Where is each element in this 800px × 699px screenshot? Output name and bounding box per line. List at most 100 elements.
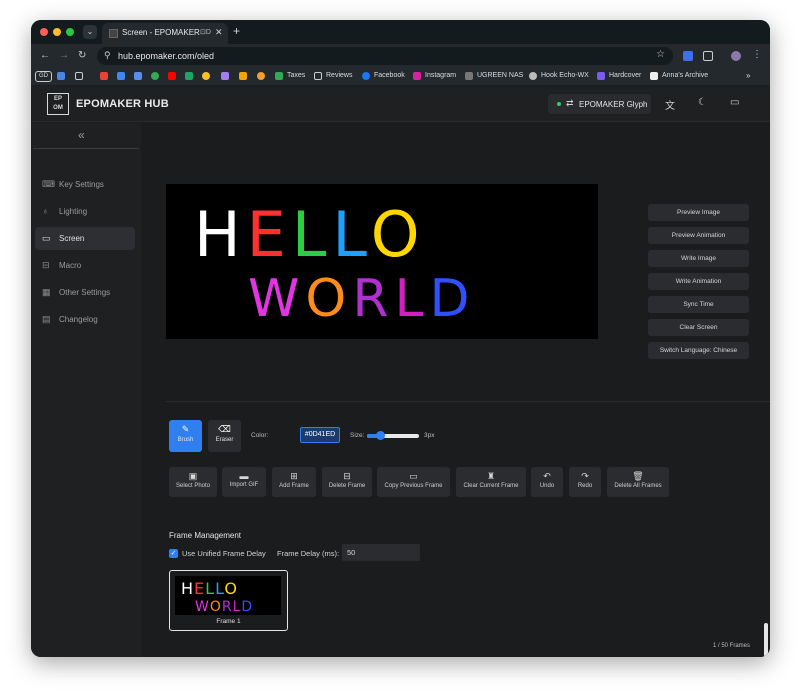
select-photo-button[interactable]: ▣ Select Photo bbox=[169, 467, 217, 497]
browser-menu-icon[interactable]: ⋮ bbox=[752, 49, 762, 60]
app-header: EP OM EPOMAKER HUB ⇄ EPOMAKER Glyph 文 ☾ ▭ bbox=[31, 86, 770, 122]
plus-square-icon: ⊞ bbox=[290, 471, 298, 481]
language-icon[interactable]: 文 bbox=[665, 97, 675, 112]
switch-device-icon: ⇄ bbox=[566, 98, 574, 108]
profile-avatar[interactable] bbox=[731, 51, 741, 61]
bookmark-icon[interactable] bbox=[151, 72, 159, 80]
import-gif-button[interactable]: ▬ Import GIF bbox=[222, 467, 266, 497]
sidebar-item-other-settings[interactable]: ▦ Other Settings bbox=[35, 281, 135, 304]
bookmark-instagram[interactable]: Instagram bbox=[425, 72, 456, 79]
redo-icon: ↷ bbox=[581, 471, 589, 481]
preview-image-button[interactable]: Preview Image bbox=[648, 204, 749, 221]
eraser-label: Eraser bbox=[215, 437, 234, 443]
sidebar-item-macro[interactable]: ⊟ Macro bbox=[35, 254, 135, 277]
drawing-canvas[interactable]: HELLO WORLD bbox=[166, 184, 598, 339]
apps-grid-icon[interactable] bbox=[75, 72, 83, 80]
delete-all-frames-button[interactable]: 🗑 Delete All Frames bbox=[607, 467, 669, 497]
bookmark-annas-archive[interactable]: Anna's Archive bbox=[662, 72, 708, 79]
feedback-icon[interactable]: ▭ bbox=[730, 97, 739, 108]
forward-icon[interactable]: → bbox=[59, 50, 69, 61]
select-photo-label: Select Photo bbox=[175, 483, 211, 489]
bookmark-icon[interactable] bbox=[221, 72, 229, 80]
brush-tool-button[interactable]: ✎ Brush bbox=[169, 420, 202, 452]
color-picker[interactable]: #0D41ED bbox=[300, 427, 340, 443]
tab-search-icon[interactable]: ⌄ bbox=[83, 25, 97, 39]
delete-frame-button[interactable]: ⊟ Delete Frame bbox=[322, 467, 372, 497]
sync-time-button[interactable]: Sync Time bbox=[648, 296, 749, 313]
thumb-line-1: HELLO bbox=[181, 579, 238, 598]
bulb-bookmark-icon[interactable] bbox=[202, 72, 210, 80]
bookmark-reviews[interactable]: Reviews bbox=[326, 72, 352, 79]
bookmark-facebook[interactable]: Facebook bbox=[374, 72, 405, 79]
gmail-icon[interactable] bbox=[100, 72, 108, 80]
frame-delay-input[interactable]: 50 bbox=[342, 544, 420, 561]
document-icon: ▤ bbox=[42, 314, 51, 324]
close-window-button[interactable] bbox=[40, 28, 48, 36]
preview-animation-button[interactable]: Preview Animation bbox=[648, 227, 749, 244]
write-image-button[interactable]: Write Image bbox=[648, 250, 749, 267]
bookmark-ugreen-nas[interactable]: UGREEN NAS bbox=[477, 72, 523, 79]
extensions-icon[interactable] bbox=[703, 51, 713, 61]
canvas-line-2: WORLD bbox=[248, 269, 476, 329]
letter-l1: L bbox=[292, 198, 333, 271]
browser-tab[interactable]: Screen - EPOMAKER ⊡D ✕ bbox=[102, 23, 228, 44]
delete-frame-label: Delete Frame bbox=[328, 483, 366, 489]
bookmark-star-icon[interactable]: ☆ bbox=[656, 49, 665, 60]
undo-button[interactable]: ↶ Undo bbox=[531, 467, 563, 497]
sidebar-item-key-settings[interactable]: ⌨ Key Settings bbox=[35, 173, 135, 196]
add-frame-button[interactable]: ⊞ Add Frame bbox=[272, 467, 316, 497]
thumb-letter-r: R bbox=[222, 599, 233, 615]
bookmark-taxes[interactable]: Taxes bbox=[287, 72, 305, 79]
bookmark-hardcover[interactable]: Hardcover bbox=[609, 72, 641, 79]
main-content: HELLO WORLD Preview Image Preview Animat… bbox=[142, 123, 770, 657]
tab-favicon-icon bbox=[109, 29, 118, 38]
sidebar-item-screen[interactable]: ▭ Screen bbox=[35, 227, 135, 250]
frame-thumbnail[interactable]: HELLO WORLD Frame 1 bbox=[169, 570, 288, 631]
address-bar[interactable]: ⚲ hub.epomaker.com/oled ☆ bbox=[97, 47, 673, 65]
clear-screen-button[interactable]: Clear Screen bbox=[648, 319, 749, 336]
instagram-icon bbox=[413, 72, 421, 80]
bookmark-icon[interactable] bbox=[257, 72, 265, 80]
clear-current-frame-button[interactable]: ♜ Clear Current Frame bbox=[456, 467, 526, 497]
sidebar-item-lighting[interactable]: ♁ Lighting bbox=[35, 200, 135, 223]
unified-delay-checkbox[interactable]: ✓ bbox=[169, 549, 178, 558]
collapse-sidebar-icon[interactable]: « bbox=[78, 128, 85, 142]
new-tab-icon[interactable]: + bbox=[233, 24, 240, 38]
minimize-window-button[interactable] bbox=[53, 28, 61, 36]
bookmarks-overflow-icon[interactable]: » bbox=[746, 71, 750, 80]
bookmark-icon[interactable] bbox=[117, 72, 125, 80]
bookmark-icon[interactable] bbox=[134, 72, 142, 80]
bookmark-hook-echo[interactable]: Hook Echo-WX bbox=[541, 72, 589, 79]
thumb-letter-l3: L bbox=[233, 599, 242, 615]
moon-icon[interactable]: ☾ bbox=[698, 97, 707, 108]
drive-icon[interactable] bbox=[185, 72, 193, 80]
annas-archive-icon bbox=[650, 72, 658, 80]
back-icon[interactable]: ← bbox=[40, 50, 50, 61]
switch-language-button[interactable]: Switch Language: Chinese bbox=[648, 342, 749, 359]
letter-r: R bbox=[352, 269, 394, 329]
size-slider[interactable] bbox=[367, 431, 419, 440]
bitwarden-extension-icon[interactable] bbox=[683, 51, 693, 61]
page-scrollbar[interactable] bbox=[764, 623, 768, 657]
brush-label: Brush bbox=[177, 437, 194, 443]
add-frame-label: Add Frame bbox=[279, 483, 309, 489]
device-selector[interactable]: ⇄ EPOMAKER Glyph bbox=[548, 94, 651, 114]
bookmark-icon[interactable] bbox=[57, 72, 65, 80]
redo-button[interactable]: ↷ Redo bbox=[569, 467, 601, 497]
size-slider-handle[interactable] bbox=[376, 431, 385, 440]
sidebar-item-label: Macro bbox=[59, 261, 82, 270]
size-value: 3px bbox=[424, 432, 435, 439]
analytics-icon[interactable] bbox=[239, 72, 247, 80]
copy-previous-frame-button[interactable]: ▭ Copy Previous Frame bbox=[377, 467, 450, 497]
youtube-icon[interactable] bbox=[168, 72, 176, 80]
maximize-window-button[interactable] bbox=[66, 28, 74, 36]
eraser-tool-button[interactable]: ⌫ Eraser bbox=[208, 420, 241, 452]
site-settings-icon[interactable]: ⚲ bbox=[104, 50, 111, 61]
reload-icon[interactable]: ↻ bbox=[78, 50, 86, 61]
bookmark-profile-badge[interactable]: GD bbox=[35, 71, 52, 82]
tab-close-icon[interactable]: ✕ bbox=[215, 27, 223, 38]
sheets-icon[interactable] bbox=[275, 72, 283, 80]
title-bar: ⌄ Screen - EPOMAKER ⊡D ✕ + bbox=[31, 20, 770, 44]
write-animation-button[interactable]: Write Animation bbox=[648, 273, 749, 290]
sidebar-item-changelog[interactable]: ▤ Changelog bbox=[35, 308, 135, 331]
